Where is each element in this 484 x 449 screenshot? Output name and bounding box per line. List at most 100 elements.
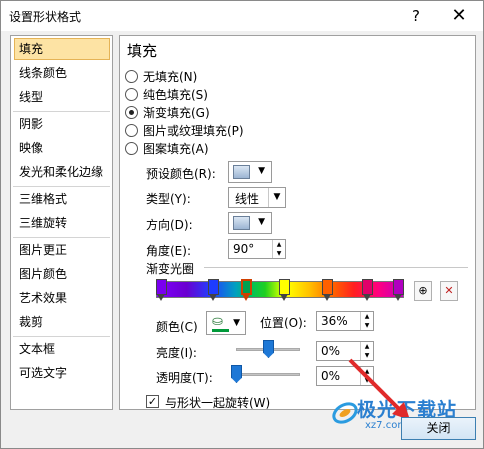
chevron-down-icon: ▼ bbox=[233, 318, 240, 328]
radio-button[interactable] bbox=[125, 123, 138, 137]
preset-colors-label: 预设颜色(R): bbox=[146, 167, 216, 181]
spin-up-icon[interactable]: ▲ bbox=[273, 240, 285, 249]
spin-up-icon[interactable]: ▲ bbox=[361, 312, 373, 321]
angle-label: 角度(E): bbox=[146, 244, 191, 258]
brightness-label: 亮度(I): bbox=[156, 346, 197, 360]
transparency-slider[interactable] bbox=[236, 373, 300, 376]
gradient-stop-selected[interactable] bbox=[241, 279, 253, 303]
sidebar-item-3d-rotation[interactable]: 三维旋转 bbox=[14, 212, 110, 234]
gradient-stop[interactable] bbox=[362, 279, 374, 303]
radio-button[interactable] bbox=[125, 87, 138, 101]
add-gradient-stop-button[interactable]: ⊕ bbox=[414, 281, 432, 301]
red-arrow-icon bbox=[348, 358, 410, 420]
sidebar-item-picture-color[interactable]: 图片颜色 bbox=[14, 263, 110, 285]
type-value: 线性 bbox=[235, 192, 260, 206]
radio-no-fill[interactable]: 无填充(N) bbox=[125, 68, 197, 84]
direction-swatch bbox=[233, 216, 250, 230]
preset-colors-picker[interactable]: ▼ bbox=[228, 161, 272, 183]
radio-button[interactable] bbox=[125, 141, 138, 155]
help-icon[interactable]: ? bbox=[405, 5, 427, 27]
sidebar-divider bbox=[13, 237, 110, 238]
position-label: 位置(O): bbox=[260, 316, 307, 330]
gradient-stop-tip bbox=[209, 294, 218, 301]
category-sidebar: 填充 线条颜色 线型 阴影 映像 发光和柔化边缘 三维格式 三维旋转 图片更正 … bbox=[10, 35, 113, 410]
radio-label: 图案填充(A) bbox=[143, 141, 209, 156]
sidebar-item-alt-text[interactable]: 可选文字 bbox=[14, 362, 110, 384]
group-divider bbox=[204, 267, 468, 268]
radio-button-checked[interactable] bbox=[125, 105, 138, 119]
gradient-stop-tip bbox=[322, 294, 331, 301]
spin-down-icon[interactable]: ▼ bbox=[361, 321, 373, 330]
sidebar-item-shadow[interactable]: 阴影 bbox=[14, 113, 110, 135]
gradient-stop-tip bbox=[157, 294, 165, 301]
rotate-with-shape-checkbox[interactable]: ✓ bbox=[146, 395, 159, 408]
spinner-buttons: ▲ ▼ bbox=[360, 312, 373, 330]
type-dropdown[interactable]: 线性 ▼ bbox=[228, 187, 286, 208]
gradient-stop-cap bbox=[241, 279, 253, 295]
direction-label: 方向(D): bbox=[146, 218, 193, 232]
remove-gradient-stop-button[interactable]: ✕ bbox=[440, 281, 458, 301]
section-title: 填充 bbox=[127, 42, 158, 60]
sidebar-divider bbox=[13, 186, 110, 187]
gradient-stop-cap bbox=[208, 279, 220, 295]
sidebar-item-line-style[interactable]: 线型 bbox=[14, 86, 110, 108]
gradient-stop[interactable] bbox=[156, 279, 167, 303]
sidebar-divider bbox=[13, 111, 110, 112]
brightness-value[interactable]: 0% bbox=[321, 344, 340, 358]
radio-pattern-fill[interactable]: 图案填充(A) bbox=[125, 140, 209, 156]
radio-label: 图片或纹理填充(P) bbox=[143, 123, 244, 138]
angle-spinner[interactable]: 90° ▲ ▼ bbox=[228, 239, 286, 259]
sidebar-item-glow-soft-edges[interactable]: 发光和柔化边缘 bbox=[14, 161, 110, 183]
chevron-down-icon: ▼ bbox=[268, 188, 285, 207]
direction-picker[interactable]: ▼ bbox=[228, 212, 272, 234]
add-gradient-stop-icon: ⊕ bbox=[418, 284, 428, 297]
gradient-stop-tip bbox=[280, 294, 289, 301]
position-value[interactable]: 36% bbox=[321, 314, 348, 328]
gradient-stop-tip bbox=[363, 294, 372, 301]
transparency-label: 透明度(T): bbox=[156, 371, 213, 385]
paint-bucket-icon: ⛀ bbox=[212, 314, 223, 329]
gradient-stops-label: 渐变光圈 bbox=[146, 262, 195, 276]
radio-button[interactable] bbox=[125, 69, 138, 83]
position-spinner[interactable]: 36% ▲ ▼ bbox=[316, 311, 374, 331]
gradient-stop-tip bbox=[242, 294, 251, 301]
current-color-bar bbox=[212, 329, 229, 332]
transparency-slider-thumb[interactable] bbox=[231, 365, 242, 383]
close-icon[interactable]: ✕ bbox=[447, 4, 471, 28]
radio-picture-texture-fill[interactable]: 图片或纹理填充(P) bbox=[125, 122, 244, 138]
stop-color-button[interactable]: ⛀ ▼ bbox=[206, 311, 246, 335]
gradient-stop-cap bbox=[393, 279, 404, 295]
transparency-value[interactable]: 0% bbox=[321, 369, 340, 383]
color-label: 颜色(C) bbox=[156, 320, 198, 334]
radio-solid-fill[interactable]: 纯色填充(S) bbox=[125, 86, 208, 102]
chevron-down-icon: ▼ bbox=[258, 166, 265, 176]
radio-label: 无填充(N) bbox=[143, 69, 198, 84]
fill-panel: 填充 无填充(N) 纯色填充(S) 渐变填充(G) 图片或纹理填充(P) 图案填… bbox=[119, 35, 476, 410]
close-button[interactable]: 关闭 bbox=[401, 417, 476, 440]
gradient-stop[interactable] bbox=[321, 279, 333, 303]
radio-gradient-fill[interactable]: 渐变填充(G) bbox=[125, 104, 210, 120]
sidebar-item-line-color[interactable]: 线条颜色 bbox=[14, 62, 110, 84]
remove-gradient-stop-icon: ✕ bbox=[444, 284, 454, 297]
sidebar-item-3d-format[interactable]: 三维格式 bbox=[14, 188, 110, 210]
spinner-buttons: ▲ ▼ bbox=[272, 240, 285, 258]
sidebar-item-picture-corrections[interactable]: 图片更正 bbox=[14, 239, 110, 261]
angle-value[interactable]: 90° bbox=[233, 242, 254, 256]
sidebar-item-artistic-effects[interactable]: 艺术效果 bbox=[14, 287, 110, 309]
preset-swatch bbox=[233, 165, 250, 179]
sidebar-item-reflection[interactable]: 映像 bbox=[14, 137, 110, 159]
sidebar-item-text-box[interactable]: 文本框 bbox=[14, 338, 110, 360]
spin-up-icon[interactable]: ▲ bbox=[361, 342, 373, 351]
type-label: 类型(Y): bbox=[146, 192, 191, 206]
gradient-stop[interactable] bbox=[393, 279, 404, 303]
rotate-with-shape-label: 与形状一起旋转(W) bbox=[165, 396, 271, 410]
sidebar-item-crop[interactable]: 裁剪 bbox=[14, 311, 110, 333]
sidebar-item-fill[interactable]: 填充 bbox=[14, 38, 110, 60]
gradient-stop[interactable] bbox=[279, 279, 291, 303]
gradient-stop[interactable] bbox=[208, 279, 220, 303]
format-shape-dialog: 设置形状格式 ? ✕ 填充 线条颜色 线型 阴影 映像 发光和柔化边缘 三维格式… bbox=[0, 0, 484, 449]
spin-down-icon[interactable]: ▼ bbox=[273, 249, 285, 258]
brightness-slider-thumb[interactable] bbox=[263, 340, 274, 358]
radio-label: 纯色填充(S) bbox=[143, 87, 208, 102]
chevron-down-icon: ▼ bbox=[258, 217, 265, 227]
